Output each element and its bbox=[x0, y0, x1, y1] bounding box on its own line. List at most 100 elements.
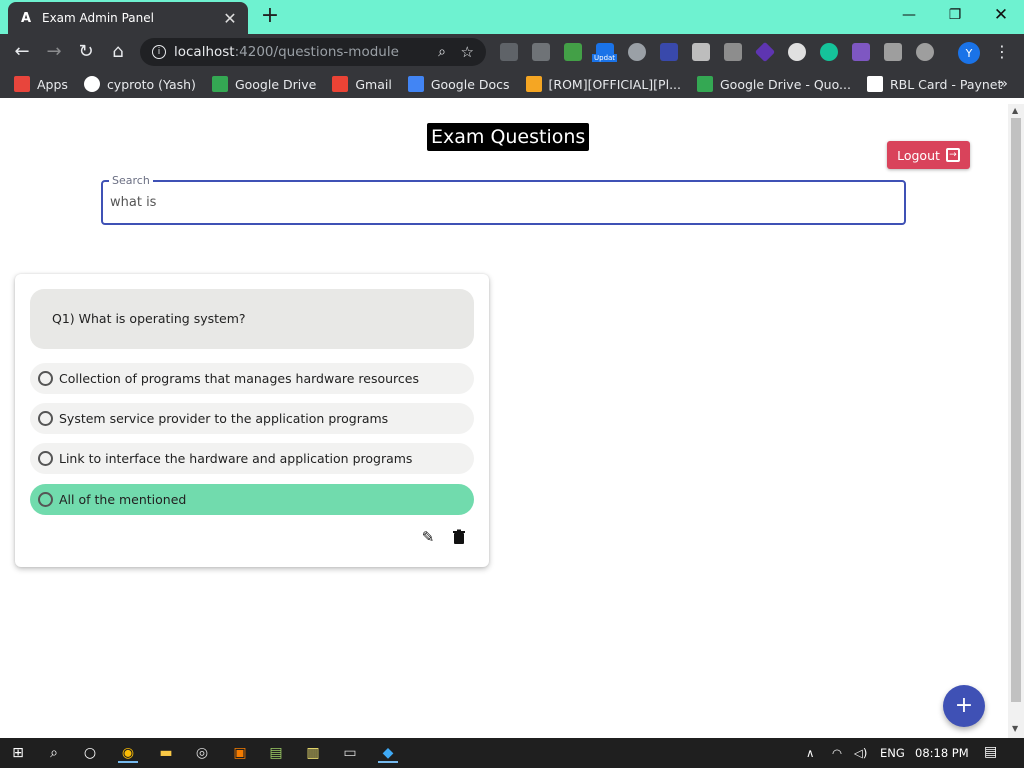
site-info-icon[interactable]: i bbox=[152, 45, 166, 59]
page-scrollbar[interactable]: ▲ ▼ bbox=[1008, 104, 1024, 738]
reload-icon[interactable]: ↻ bbox=[74, 40, 98, 64]
scroll-down-icon[interactable]: ▼ bbox=[1012, 724, 1018, 733]
bookmark-google-docs[interactable]: Google Docs bbox=[407, 76, 510, 92]
extension-icon[interactable] bbox=[884, 43, 902, 61]
page-title: Exam Questions bbox=[427, 123, 590, 151]
option-4-correct[interactable]: All of the mentioned bbox=[30, 484, 474, 515]
angular-icon: A bbox=[20, 10, 32, 26]
close-tab-icon[interactable]: ✕ bbox=[222, 9, 238, 28]
google-docs-icon bbox=[407, 76, 424, 92]
page-content: Exam Questions Logout → Search Q1) What … bbox=[0, 104, 1008, 738]
browser-toolbar: ← → ↻ ⌂ i localhost:4200/questions-modul… bbox=[0, 34, 1024, 70]
task-view-icon[interactable]: ○ bbox=[80, 743, 100, 763]
profile-avatar[interactable]: Y bbox=[958, 42, 980, 64]
grammarly-icon[interactable] bbox=[820, 43, 838, 61]
app-icon[interactable]: ▤ bbox=[266, 743, 286, 763]
scroll-up-icon[interactable]: ▲ bbox=[1012, 106, 1018, 115]
window-close-icon[interactable]: ✕ bbox=[978, 0, 1024, 30]
browser-tab-strip: A Exam Admin Panel ✕ + — ❐ ✕ bbox=[0, 0, 1024, 34]
radio-icon[interactable] bbox=[38, 492, 53, 507]
tab-title: Exam Admin Panel bbox=[42, 11, 154, 25]
bookmarks-overflow-icon[interactable]: » bbox=[999, 76, 1008, 92]
add-question-button[interactable]: + bbox=[943, 685, 985, 727]
tray-chevron-icon[interactable]: ∧ bbox=[806, 746, 814, 760]
url-path: :4200/questions-module bbox=[234, 44, 399, 60]
logout-button[interactable]: Logout → bbox=[887, 141, 970, 169]
bookmark-xda[interactable]: [ROM][OFFICIAL][Pl... bbox=[525, 76, 681, 92]
notepad-icon[interactable]: ▥ bbox=[303, 743, 323, 763]
windows-start-icon[interactable]: ⊞ bbox=[8, 743, 28, 763]
language-indicator[interactable]: ENG bbox=[880, 746, 905, 760]
radio-icon[interactable] bbox=[38, 411, 53, 426]
bookmarks-bar: Apps cyproto (Yash) Google Drive Gmail G… bbox=[0, 70, 1024, 98]
extension-icon[interactable] bbox=[564, 43, 582, 61]
gmail-icon bbox=[332, 76, 349, 92]
wifi-icon[interactable]: ◠ bbox=[832, 746, 842, 760]
new-tab-button[interactable]: + bbox=[258, 5, 282, 29]
option-label: Collection of programs that manages hard… bbox=[59, 371, 419, 386]
extension-icon[interactable] bbox=[500, 43, 518, 61]
browser-tab[interactable]: A Exam Admin Panel ✕ bbox=[8, 2, 248, 34]
bookmark-google-drive-quo[interactable]: Google Drive - Quo... bbox=[697, 76, 851, 92]
option-1[interactable]: Collection of programs that manages hard… bbox=[30, 363, 474, 394]
extension-icon[interactable] bbox=[852, 43, 870, 61]
extension-icon[interactable] bbox=[724, 43, 742, 61]
google-drive-icon bbox=[211, 76, 228, 92]
search-input[interactable] bbox=[110, 195, 890, 210]
search-label: Search bbox=[109, 174, 153, 187]
address-bar[interactable]: i localhost:4200/questions-module ⌕ ☆ bbox=[140, 38, 486, 66]
search-icon[interactable]: ⌕ bbox=[44, 743, 64, 763]
bookmark-apps[interactable]: Apps bbox=[14, 76, 68, 92]
bookmark-rbl-card[interactable]: RBL Card - Paynet bbox=[866, 76, 1002, 92]
option-2[interactable]: System service provider to the applicati… bbox=[30, 403, 474, 434]
crx-extension-icon[interactable] bbox=[532, 43, 550, 61]
edit-pencil-icon[interactable]: ✎ bbox=[419, 528, 437, 546]
adblock-icon[interactable] bbox=[916, 43, 934, 61]
windows-taskbar: ⊞ ⌕ ○ ◉ ▬ ◎ ▣ ▤ ▥ ▭ ◆ ∧ ◠ ◁) ENG 08:18 P… bbox=[0, 738, 1024, 768]
apps-grid-icon bbox=[14, 76, 30, 92]
home-icon[interactable]: ⌂ bbox=[106, 40, 130, 64]
url-host: localhost bbox=[174, 44, 235, 60]
xampp-icon[interactable]: ▣ bbox=[230, 743, 250, 763]
browser-menu-icon[interactable]: ⋮ bbox=[994, 42, 1010, 61]
clock[interactable]: 08:18 PM bbox=[915, 746, 969, 760]
notifications-icon[interactable]: ▤ bbox=[984, 744, 997, 760]
paynet-icon bbox=[866, 76, 883, 92]
camera-extension-icon[interactable] bbox=[628, 43, 646, 61]
extension-icon[interactable] bbox=[788, 43, 806, 61]
bookmark-github[interactable]: cyproto (Yash) bbox=[83, 76, 196, 92]
delete-trash-icon[interactable] bbox=[450, 528, 468, 546]
option-label: System service provider to the applicati… bbox=[59, 411, 389, 426]
scrollbar-thumb[interactable] bbox=[1011, 118, 1021, 702]
media-player-icon[interactable]: ◎ bbox=[192, 743, 212, 763]
option-label: Link to interface the hardware and appli… bbox=[59, 451, 413, 466]
google-drive-icon bbox=[697, 76, 713, 92]
radio-icon[interactable] bbox=[38, 371, 53, 386]
logout-label: Logout bbox=[897, 147, 940, 163]
extension-icon[interactable] bbox=[692, 43, 710, 61]
logout-icon: → bbox=[945, 148, 960, 162]
bookmark-star-icon[interactable]: ☆ bbox=[461, 43, 474, 61]
back-arrow-icon[interactable]: ← bbox=[10, 40, 34, 64]
radio-icon[interactable] bbox=[38, 451, 53, 466]
vscode-icon[interactable]: ◆ bbox=[378, 743, 398, 763]
bookmark-google-drive[interactable]: Google Drive bbox=[211, 76, 316, 92]
command-prompt-icon[interactable]: ▭ bbox=[340, 743, 360, 763]
minimize-icon[interactable]: — bbox=[886, 0, 932, 30]
extension-icon[interactable] bbox=[754, 41, 776, 63]
extension-icon[interactable] bbox=[660, 43, 678, 61]
restore-icon[interactable]: ❐ bbox=[932, 0, 978, 30]
option-3[interactable]: Link to interface the hardware and appli… bbox=[30, 443, 474, 474]
volume-icon[interactable]: ◁) bbox=[854, 746, 867, 760]
zoom-icon[interactable]: ⌕ bbox=[438, 44, 446, 60]
file-explorer-icon[interactable]: ▬ bbox=[156, 743, 176, 763]
option-label: All of the mentioned bbox=[59, 492, 187, 507]
xda-icon bbox=[525, 76, 542, 92]
question-text: Q1) What is operating system? bbox=[30, 289, 474, 349]
bookmark-gmail[interactable]: Gmail bbox=[332, 76, 392, 92]
github-icon bbox=[83, 76, 100, 92]
search-field[interactable]: Search bbox=[101, 174, 906, 225]
chrome-taskbar-icon[interactable]: ◉ bbox=[118, 743, 138, 763]
question-card: Q1) What is operating system? Collection… bbox=[15, 274, 489, 567]
forward-arrow-icon[interactable]: → bbox=[42, 40, 66, 64]
